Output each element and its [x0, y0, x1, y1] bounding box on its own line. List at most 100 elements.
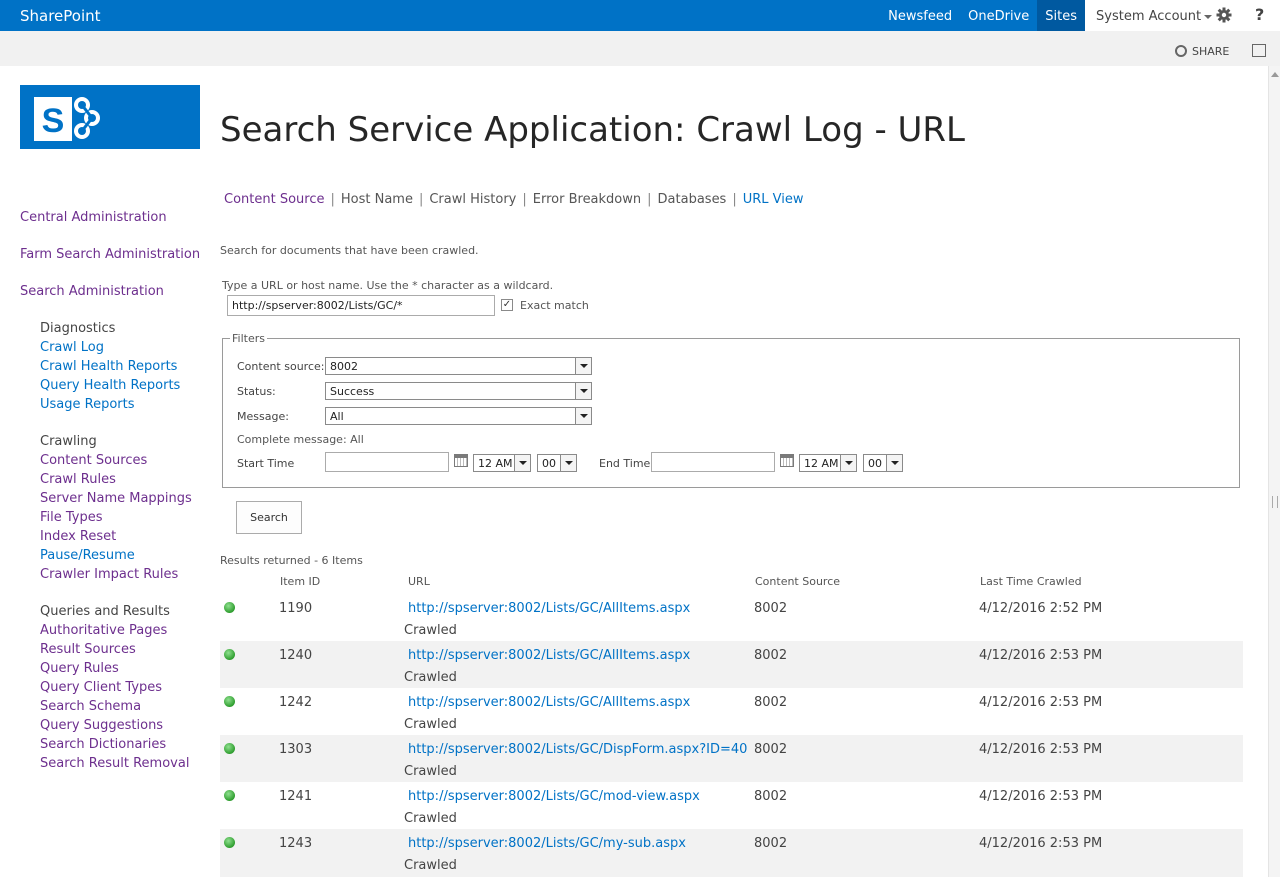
success-status-icon: [224, 602, 235, 613]
nav-item-content-sources[interactable]: Content Sources: [40, 453, 147, 468]
item-url-link[interactable]: http://spserver:8002/Lists/GC/my-sub.asp…: [408, 836, 686, 851]
tab-databases[interactable]: Databases: [658, 192, 727, 207]
nav-item-index-reset[interactable]: Index Reset: [40, 529, 116, 544]
chevron-down-icon: [1204, 14, 1213, 19]
search-button[interactable]: Search: [236, 501, 302, 534]
nav-item-search-result-removal[interactable]: Search Result Removal: [40, 756, 189, 771]
nav-item-authoritative-pages[interactable]: Authoritative Pages: [40, 623, 167, 638]
start-hour-value: 12 AM: [478, 457, 513, 470]
success-status-icon: [224, 743, 235, 754]
nav-item-server-name-mappings[interactable]: Server Name Mappings: [40, 491, 192, 506]
end-hour-value: 12 AM: [804, 457, 839, 470]
nav-item-pause-resume[interactable]: Pause/Resume: [40, 548, 135, 563]
filters-legend: Filters: [230, 332, 267, 345]
exact-match-checkbox[interactable]: ✓: [501, 299, 513, 311]
nav-item-query-client-types[interactable]: Query Client Types: [40, 680, 162, 695]
success-status-icon: [224, 790, 235, 801]
item-content-source: 8002: [754, 648, 788, 663]
item-url-link[interactable]: http://spserver:8002/Lists/GC/AllItems.a…: [408, 648, 690, 663]
tab-crawl-history[interactable]: Crawl History: [429, 192, 516, 207]
nav-item-crawl-rules[interactable]: Crawl Rules: [40, 472, 116, 487]
item-last-crawled: 4/12/2016 2:53 PM: [979, 789, 1103, 804]
gear-icon[interactable]: [1216, 7, 1232, 23]
site-logo[interactable]: S: [20, 85, 200, 149]
vertical-scrollbar[interactable]: [1268, 66, 1280, 877]
item-url-link[interactable]: http://spserver:8002/Lists/GC/mod-view.a…: [408, 789, 700, 804]
message-label: Message:: [237, 410, 289, 423]
table-row: 1241 http://spserver:8002/Lists/GC/mod-v…: [220, 782, 1243, 829]
column-header-content-source: Content Source: [755, 575, 841, 588]
scroll-thumb[interactable]: [1272, 496, 1278, 508]
nav-item-crawler-impact-rules[interactable]: Crawler Impact Rules: [40, 567, 178, 582]
message-select[interactable]: All: [325, 407, 592, 425]
calendar-icon[interactable]: [780, 454, 794, 467]
item-last-crawled: 4/12/2016 2:53 PM: [979, 742, 1103, 757]
suite-bar: SharePoint Newsfeed OneDrive Sites Syste…: [0, 0, 1280, 31]
nav-farm-search-administration[interactable]: Farm Search Administration: [20, 247, 200, 262]
tab-separator: |: [522, 192, 527, 207]
nav-item-usage-reports[interactable]: Usage Reports: [40, 397, 135, 412]
nav-item-result-sources[interactable]: Result Sources: [40, 642, 136, 657]
complete-message: Complete message: All: [237, 433, 364, 446]
dropdown-arrow-icon: [886, 455, 902, 471]
item-message: Crawled: [404, 717, 457, 732]
item-url-link[interactable]: http://spserver:8002/Lists/GC/AllItems.a…: [408, 695, 690, 710]
nav-heading-diagnostics: Diagnostics: [40, 321, 116, 336]
column-header-url: URL: [408, 575, 430, 588]
table-row: 1243 http://spserver:8002/Lists/GC/my-su…: [220, 829, 1243, 877]
url-input[interactable]: [227, 295, 495, 316]
nav-item-query-health-reports[interactable]: Query Health Reports: [40, 378, 180, 393]
start-date-input[interactable]: [325, 452, 449, 472]
suite-link-onedrive[interactable]: OneDrive: [960, 0, 1037, 31]
end-minute-select[interactable]: 00: [863, 454, 903, 472]
column-header-last-time-crawled: Last Time Crawled: [980, 575, 1082, 588]
tab-url-view[interactable]: URL View: [743, 192, 804, 207]
status-label: Status:: [237, 385, 276, 398]
tab-host-name[interactable]: Host Name: [341, 192, 413, 207]
item-message: Crawled: [404, 811, 457, 826]
suite-link-newsfeed[interactable]: Newsfeed: [880, 0, 960, 31]
table-row: 1242 http://spserver:8002/Lists/GC/AllIt…: [220, 688, 1243, 735]
account-name: System Account: [1096, 9, 1202, 24]
item-id: 1243: [279, 836, 313, 851]
nav-item-crawl-health-reports[interactable]: Crawl Health Reports: [40, 359, 177, 374]
nav-item-query-suggestions[interactable]: Query Suggestions: [40, 718, 163, 733]
nav-item-query-rules[interactable]: Query Rules: [40, 661, 119, 676]
item-content-source: 8002: [754, 836, 788, 851]
start-minute-select[interactable]: 00: [537, 454, 577, 472]
scroll-up-icon[interactable]: [1271, 72, 1279, 77]
nav-item-file-types[interactable]: File Types: [40, 510, 103, 525]
nav-central-administration[interactable]: Central Administration: [20, 210, 167, 225]
nav-search-administration[interactable]: Search Administration: [20, 284, 164, 299]
item-id: 1190: [279, 601, 313, 616]
status-select[interactable]: Success: [325, 382, 592, 400]
share-button[interactable]: SHARE: [1175, 45, 1229, 58]
tab-separator: |: [647, 192, 652, 207]
nav-item-crawl-log[interactable]: Crawl Log: [40, 340, 104, 355]
nav-item-search-dictionaries[interactable]: Search Dictionaries: [40, 737, 166, 752]
nav-item-search-schema[interactable]: Search Schema: [40, 699, 141, 714]
account-menu[interactable]: System Account: [1096, 9, 1213, 24]
content-source-select[interactable]: 8002: [325, 357, 592, 375]
item-id: 1242: [279, 695, 313, 710]
item-url-link[interactable]: http://spserver:8002/Lists/GC/AllItems.a…: [408, 601, 690, 616]
complete-message-label: Complete message:: [237, 433, 347, 446]
tab-content-source[interactable]: Content Source: [224, 192, 324, 207]
end-date-input[interactable]: [651, 452, 775, 472]
sharepoint-brand[interactable]: SharePoint: [20, 7, 101, 25]
tab-separator: |: [330, 192, 335, 207]
intro-text: Search for documents that have been craw…: [220, 244, 479, 257]
message-value: All: [330, 410, 344, 423]
content-source-label: Content source:: [237, 360, 325, 373]
svg-text:S: S: [42, 102, 65, 140]
calendar-icon[interactable]: [454, 454, 468, 467]
item-content-source: 8002: [754, 695, 788, 710]
item-id: 1240: [279, 648, 313, 663]
help-icon[interactable]: ?: [1255, 5, 1264, 24]
item-url-link[interactable]: http://spserver:8002/Lists/GC/DispForm.a…: [408, 742, 747, 757]
start-hour-select[interactable]: 12 AM: [473, 454, 531, 472]
suite-link-sites[interactable]: Sites: [1037, 0, 1085, 31]
tab-error-breakdown[interactable]: Error Breakdown: [533, 192, 641, 207]
focus-on-content-icon[interactable]: [1252, 44, 1266, 57]
end-hour-select[interactable]: 12 AM: [799, 454, 857, 472]
